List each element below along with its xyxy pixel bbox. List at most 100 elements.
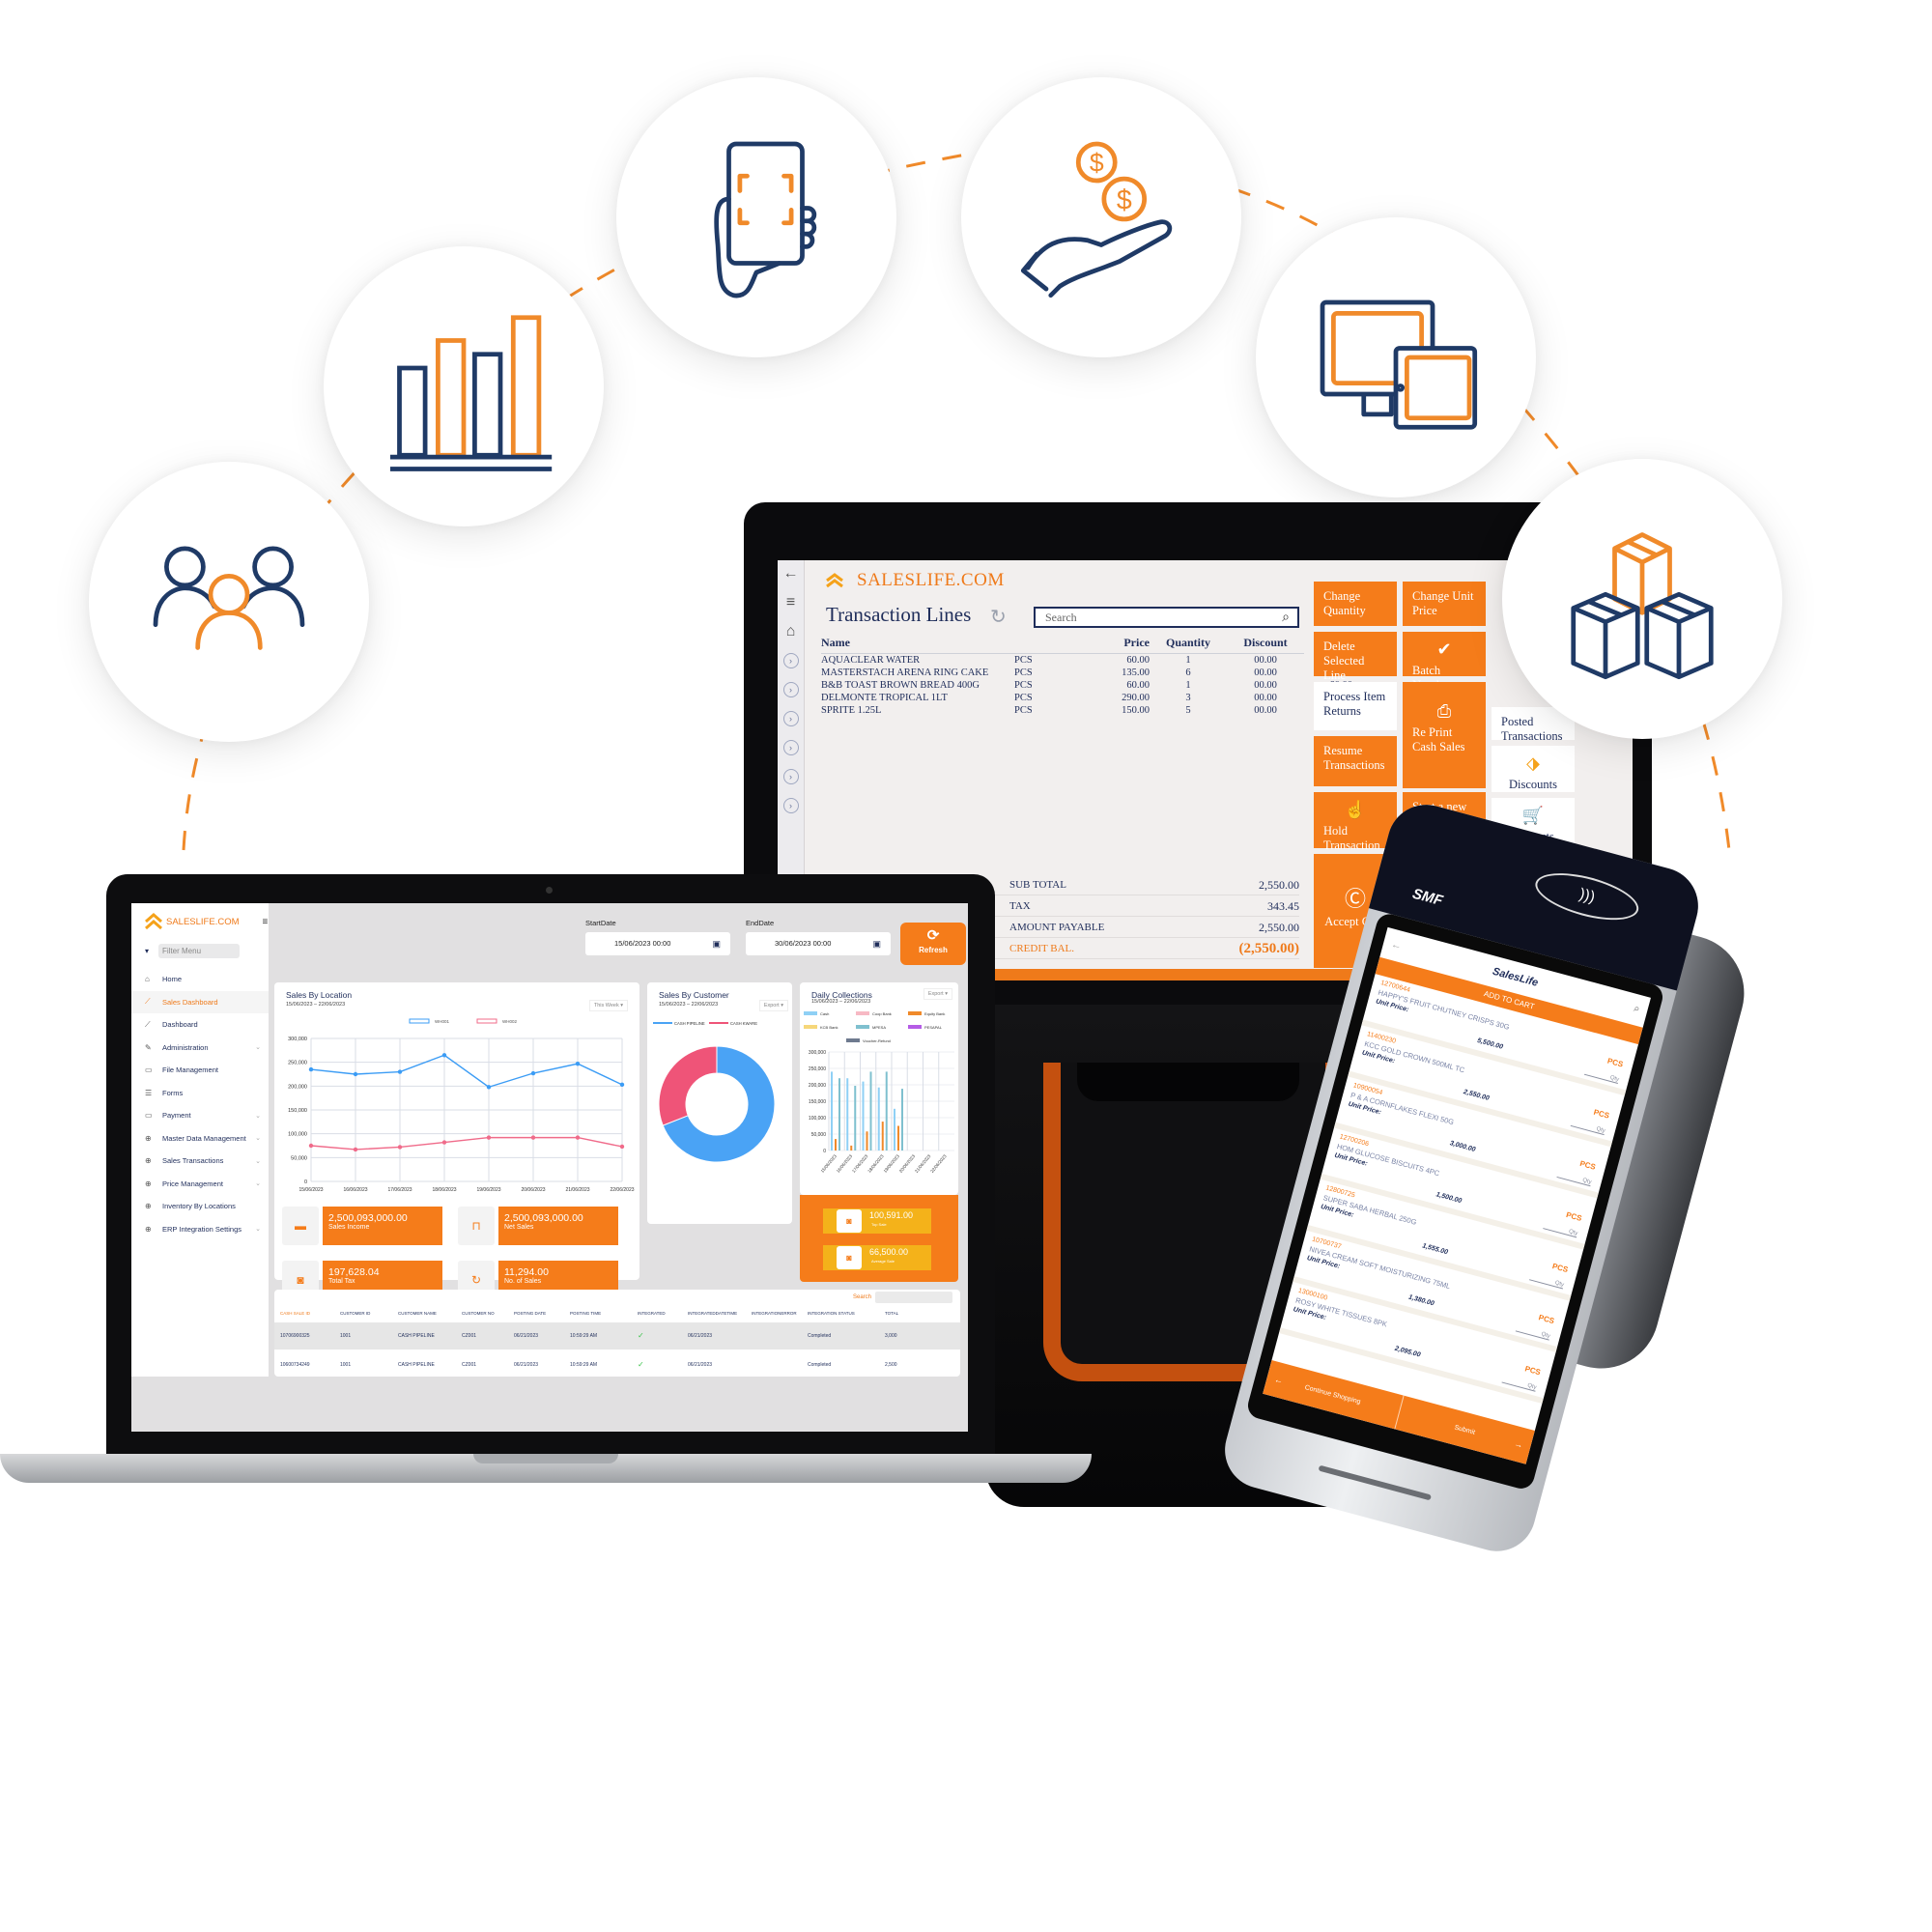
- qty-input[interactable]: Qty: [1583, 1067, 1620, 1084]
- transaction-line-row[interactable]: MASTERSTACH ARENA RING CAKE PCS 135.00 6 00.…: [821, 667, 1352, 679]
- qty-input[interactable]: Qty: [1515, 1324, 1551, 1341]
- sidebar-item-master-data-management[interactable]: ⊕ Master Data Management ⌄: [131, 1127, 269, 1151]
- resume-transactions-button[interactable]: Resume Transactions: [1314, 736, 1397, 786]
- nav-label: File Management: [162, 1065, 218, 1075]
- line-price: 290.00: [1122, 693, 1150, 703]
- line-qty: 1: [1185, 680, 1191, 691]
- qty-input[interactable]: Qty: [1543, 1222, 1578, 1238]
- sidebar-item-sales-dashboard[interactable]: ⟋ Sales Dashboard: [131, 990, 269, 1013]
- sidebar-item-forms[interactable]: ☰ Forms: [131, 1082, 269, 1105]
- rail-chevron-icon[interactable]: ›: [782, 711, 799, 726]
- batch-number-button[interactable]: ✔ Batch Number: [1403, 632, 1486, 692]
- transaction-line-row[interactable]: AQUACLEAR WATERPCS60.00100.0060.00: [821, 654, 1352, 667]
- data-point: [397, 1069, 403, 1074]
- rail-chevron-icon[interactable]: ›: [782, 682, 799, 697]
- sidebar-item-payment[interactable]: ▭ Payment ⌄: [131, 1104, 269, 1127]
- process-item-returns-button[interactable]: Process Item Returns: [1314, 682, 1397, 730]
- line-discount: 00.00: [1254, 693, 1277, 703]
- x-tick-label: 20/06/2023: [521, 1187, 545, 1193]
- data-point: [486, 1135, 492, 1140]
- table-search-input[interactable]: [875, 1292, 952, 1303]
- table-row[interactable]: 10600734249 1001 CASH PIPELINE CZ001 06/21/2…: [274, 1351, 960, 1378]
- change-quantity-button[interactable]: Change Quantity: [1314, 582, 1397, 626]
- line-qty: 6: [1185, 668, 1191, 678]
- change-unit-price-button[interactable]: Change Unit Price: [1403, 582, 1486, 626]
- x-tick-label: 16/06/2023: [343, 1187, 367, 1193]
- nav-icon: ⊕: [145, 1224, 152, 1234]
- filter-menu-input[interactable]: Filter Menu: [158, 944, 241, 958]
- submit-button[interactable]: Submit →: [1395, 1396, 1535, 1464]
- card-title: Sales By Customer: [659, 990, 729, 1000]
- delete-selected-line-button[interactable]: Delete Selected Line: [1314, 632, 1397, 682]
- table-cell: 2,500: [885, 1362, 897, 1368]
- pos-search-input[interactable]: Search ⌕: [1034, 607, 1299, 628]
- table-row[interactable]: 10706900325 1001 CASH PIPELINE CZ001 06/21/2…: [274, 1322, 960, 1350]
- hamburger-menu-icon[interactable]: ≡: [783, 595, 799, 611]
- search-icon[interactable]: ⌕: [1282, 610, 1290, 627]
- check-icon: ✓: [638, 1360, 644, 1369]
- line-discount: 00.00: [1254, 655, 1277, 666]
- sidebar-item-dashboard[interactable]: ⟋ Dashboard: [131, 1013, 269, 1037]
- contactless-icon: ))): [1530, 864, 1644, 929]
- cash-sales-table: Search CASH SALE ID CUSTOMER ID CUSTOMER N…: [274, 1290, 960, 1377]
- qty-input[interactable]: Qty: [1501, 1376, 1538, 1392]
- back-arrow-icon[interactable]: ←: [783, 566, 799, 582]
- sidebar-item-administration[interactable]: ✎ Administration ⌄: [131, 1037, 269, 1060]
- bar-equity-bank: [881, 1122, 884, 1151]
- sidebar-item-home[interactable]: ⌂ Home: [131, 968, 269, 991]
- continue-shopping-button[interactable]: ← Continue Shopping: [1263, 1360, 1405, 1430]
- line-uom: PCS: [1014, 705, 1033, 716]
- qty-input[interactable]: Qty: [1528, 1273, 1565, 1290]
- legend-label: Cash: [820, 1011, 829, 1016]
- nav-icon: ⟋: [145, 1019, 151, 1029]
- nav-label: Inventory By Locations: [162, 1202, 236, 1211]
- start-date-input[interactable]: 15/06/2023 00:00 ▣: [585, 932, 730, 955]
- menu-toggle-icon[interactable]: ≡: [263, 917, 269, 927]
- discounts-button[interactable]: ⬗ Discounts: [1492, 746, 1575, 792]
- data-point: [619, 1144, 625, 1150]
- y-tick-label: 300,000: [809, 1050, 826, 1056]
- line-uom: PCS: [1014, 655, 1033, 666]
- pos-refresh-icon[interactable]: ↻: [990, 605, 1007, 629]
- nav-label: Master Data Management: [162, 1133, 246, 1143]
- export-select[interactable]: Export ▾: [758, 1000, 788, 1011]
- series-line-WH001: [310, 1054, 623, 1089]
- transaction-line-row[interactable]: B&B TOAST BROWN BREAD 400G PCS 60.00 1 00.00…: [821, 679, 1352, 692]
- reprint-cash-sales-button[interactable]: ⎙ Re Print Cash Sales: [1403, 682, 1486, 788]
- chevron-down-icon: ⌄: [255, 1135, 261, 1143]
- chevron-down-icon: ⌄: [255, 1180, 261, 1188]
- rail-chevron-icon[interactable]: ›: [782, 798, 799, 813]
- end-date-input[interactable]: 30/06/2023 00:00 ▣: [746, 932, 891, 955]
- rail-chevron-icon[interactable]: ›: [782, 740, 799, 755]
- qty-input[interactable]: Qty: [1556, 1171, 1593, 1187]
- transaction-line-row[interactable]: SPRITE 1.25LPCS150.00500.00750.00: [821, 704, 1352, 717]
- column-header: INTEGRATEDDATETIME: [688, 1311, 738, 1316]
- x-tick-label: 15/06/2023: [298, 1187, 323, 1193]
- refresh-label: Refresh: [919, 946, 948, 954]
- table-search-label: Search: [852, 1294, 871, 1300]
- refresh-button[interactable]: ⟳ Refresh: [900, 923, 966, 965]
- sidebar-item-inventory-by-locations[interactable]: ⊕ Inventory By Locations: [131, 1195, 269, 1218]
- x-tick-label: 22/06/2023: [610, 1187, 634, 1193]
- rail-chevron-icon[interactable]: ›: [782, 653, 799, 668]
- qty-input[interactable]: Qty: [1570, 1120, 1606, 1136]
- check-icon: ✓: [638, 1331, 644, 1340]
- transaction-line-row[interactable]: DELMONTE TROPICAL 1LTPCS290.00300.00870.…: [821, 692, 1352, 704]
- line-name: B&B TOAST BROWN BREAD 400G: [821, 680, 980, 691]
- card-title: Sales By Location: [286, 990, 353, 1000]
- export-select[interactable]: Export ▾: [923, 988, 952, 1000]
- line-discount: 00.00: [1254, 668, 1277, 678]
- rail-chevron-icon[interactable]: ›: [782, 769, 799, 784]
- sidebar-item-erp-integration-settings[interactable]: ⊕ ERP Integration Settings ⌄: [131, 1218, 269, 1241]
- back-arrow-icon[interactable]: ←: [1387, 929, 1406, 962]
- calendar-icon[interactable]: ▣: [872, 932, 881, 955]
- line-price: 150.00: [1122, 705, 1150, 716]
- sidebar-item-price-management[interactable]: ⊕ Price Management ⌄: [131, 1173, 269, 1196]
- kpi-sales-income: ▬ 2,500,093,000.00 Sales Income: [282, 1207, 446, 1245]
- sidebar-item-sales-transactions[interactable]: ⊕ Sales Transactions ⌄: [131, 1150, 269, 1173]
- sidebar-item-file-management[interactable]: ▭ File Management: [131, 1059, 269, 1082]
- calendar-icon[interactable]: ▣: [712, 932, 721, 955]
- bar-mpesa: [838, 1078, 840, 1151]
- home-icon[interactable]: ⌂: [783, 624, 799, 639]
- y-tick-label: 150,000: [288, 1108, 307, 1114]
